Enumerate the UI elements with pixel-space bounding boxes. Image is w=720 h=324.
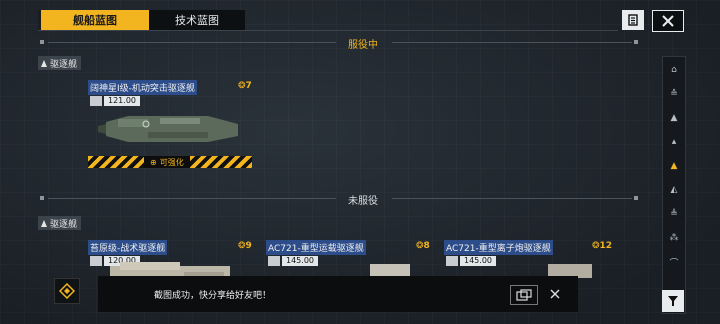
- list-button[interactable]: [622, 10, 644, 30]
- level-icon: ❂: [592, 241, 600, 251]
- section-marker: [634, 196, 638, 200]
- filter-button[interactable]: [662, 290, 684, 312]
- fleet-emblem-button[interactable]: [54, 278, 80, 304]
- ship-class-icon: ▲: [670, 161, 678, 171]
- section-line: [392, 198, 632, 199]
- ship-class-icon: ⌒: [669, 258, 679, 269]
- upgrade-text: 可强化: [159, 157, 184, 167]
- section-line: [48, 198, 336, 199]
- ship-class-icon: ≜: [670, 209, 678, 219]
- ship-class-icon: ⌂: [671, 65, 677, 75]
- upgrade-icon: ⊕: [150, 157, 157, 167]
- section-title-in-service: 服役中: [348, 40, 378, 51]
- emblem-icon: [59, 283, 75, 299]
- section-marker: [40, 196, 44, 200]
- stat-icon: [90, 96, 102, 106]
- tab-tech-blueprint[interactable]: 技术蓝图: [149, 10, 245, 30]
- section-line: [392, 42, 632, 43]
- ship-stat: 145.00: [268, 256, 318, 266]
- sidebar-class-3[interactable]: ▲: [663, 107, 685, 129]
- sidebar-class-2[interactable]: ≙: [663, 83, 685, 105]
- stat-icon: [268, 256, 280, 266]
- ship-class-icon: ⁂: [669, 233, 679, 243]
- level-value: 8: [423, 241, 430, 251]
- screenshot-toast: 截图成功，快分享给好友吧！: [98, 276, 578, 312]
- level-icon: ❂: [416, 241, 424, 251]
- category-label: 驱逐舰: [50, 59, 78, 70]
- ship-class-sidebar: ⌂ ≙ ▲ ▴ ▲ ◭ ≜ ⁂ ⌒: [662, 56, 686, 314]
- section-marker: [634, 40, 638, 44]
- sidebar-class-9[interactable]: ⌒: [663, 251, 685, 273]
- ship-name[interactable]: AC721-重型离子炮驱逐舰: [444, 240, 553, 255]
- section-marker: [40, 40, 44, 44]
- toast-share-button[interactable]: [510, 285, 538, 305]
- stat-value: 145.00: [282, 256, 318, 266]
- ship-level: ❂7: [238, 81, 252, 91]
- ship-level: ❂9: [238, 241, 252, 251]
- level-value: 9: [245, 241, 252, 251]
- level-icon: ❂: [238, 241, 246, 251]
- section-title-not-in-service: 未服役: [348, 196, 378, 207]
- ship-class-icon: ▲: [670, 113, 678, 123]
- ship-class-icon: [41, 219, 47, 227]
- ship-name[interactable]: 苔原级-战术驱逐舰: [88, 240, 168, 255]
- ship-class-icon: [41, 59, 47, 67]
- sidebar-class-4[interactable]: ▴: [663, 131, 685, 153]
- ship-image: [98, 116, 238, 142]
- ship-stat: 145.00: [446, 256, 496, 266]
- close-button[interactable]: [652, 10, 684, 32]
- tab-ship-blueprint[interactable]: 舰船蓝图: [38, 10, 149, 30]
- ship-class-icon: ◭: [670, 185, 678, 195]
- tab-bar: 舰船蓝图 技术蓝图: [38, 10, 245, 30]
- level-value: 7: [245, 81, 252, 91]
- filter-icon: [668, 296, 678, 306]
- share-icon: [516, 289, 532, 301]
- sidebar-class-7[interactable]: ≜: [663, 203, 685, 225]
- level-icon: ❂: [238, 81, 246, 91]
- stat-value: 145.00: [460, 256, 496, 266]
- ship-class-icon: ▴: [671, 137, 677, 147]
- stat-icon: [446, 256, 458, 266]
- stat-value: 121.00: [104, 96, 140, 106]
- upgrade-label: ⊕ 可强化: [144, 156, 190, 168]
- level-value: 12: [599, 241, 613, 251]
- category-chip-destroyer: 驱逐舰: [38, 56, 82, 70]
- section-line: [48, 42, 336, 43]
- sidebar-class-destroyer[interactable]: ▲: [663, 155, 685, 177]
- category-label: 驱逐舰: [50, 219, 78, 230]
- upgrade-strip[interactable]: ⊕ 可强化: [88, 156, 252, 168]
- close-icon: [550, 289, 560, 299]
- ship-name: 阔神星Ⅰ级-机动突击驱逐舰: [88, 80, 197, 95]
- category-chip-destroyer: 驱逐舰: [38, 216, 82, 230]
- sidebar-class-8[interactable]: ⁂: [663, 227, 685, 249]
- ship-level: ❂8: [416, 241, 430, 251]
- close-icon: [662, 15, 674, 27]
- sidebar-class-6[interactable]: ◭: [663, 179, 685, 201]
- sidebar-class-1[interactable]: ⌂: [663, 59, 685, 81]
- ship-name[interactable]: AC721-重型运载驱逐舰: [266, 240, 366, 255]
- ship-level: ❂12: [592, 241, 612, 251]
- list-icon: [628, 14, 638, 26]
- toast-message: 截图成功，快分享给好友吧！: [154, 290, 272, 301]
- ship-class-icon: ≙: [670, 89, 678, 99]
- header-divider: [38, 30, 618, 31]
- ship-stat: 121.00: [90, 96, 140, 106]
- toast-close-button[interactable]: [546, 285, 564, 303]
